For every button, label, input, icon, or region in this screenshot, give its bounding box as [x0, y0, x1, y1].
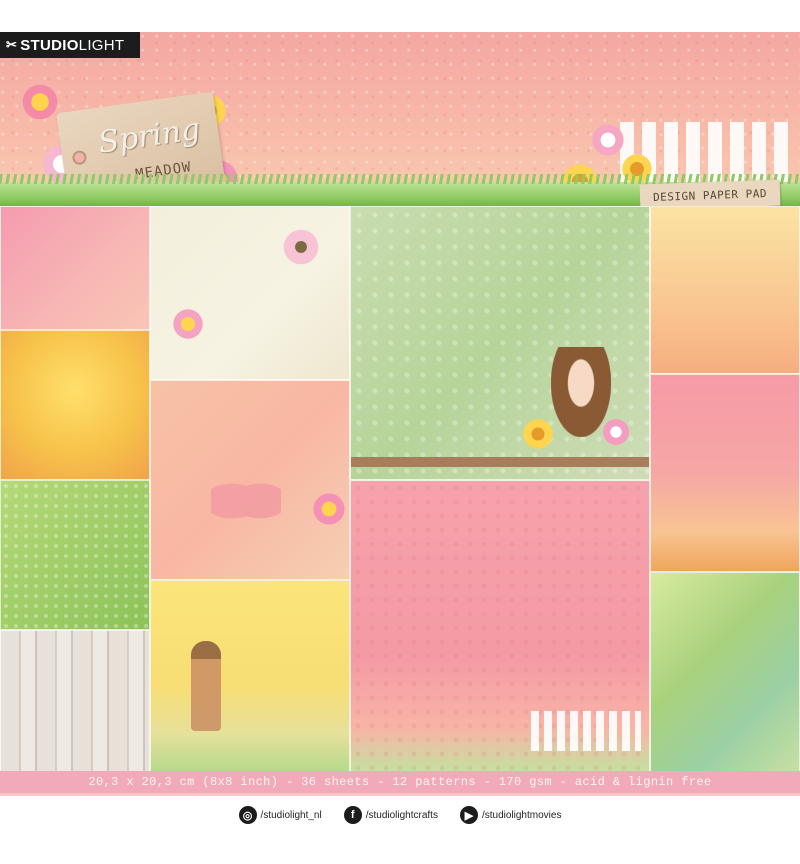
paper-swatch-green-lace: [350, 206, 650, 480]
specs-text: 20,3 x 20,3 cm (8x8 inch) - 36 sheets - …: [88, 775, 712, 789]
paper-swatch-yellow-girl: [150, 580, 350, 772]
paper-swatch-apricot: [650, 206, 800, 374]
fence-decoration: [531, 711, 641, 751]
brand-name-bold: STUDIO: [20, 36, 79, 54]
flower-decoration: [20, 82, 60, 122]
social-links: ◎ /studiolight_nl f /studiolightcrafts ▶…: [0, 800, 800, 830]
paper-swatch-pink: [0, 206, 150, 330]
flower-decoration: [311, 491, 347, 527]
wooden-shelf: [351, 457, 649, 467]
instagram-icon: ◎: [238, 806, 257, 824]
cover-title: Spring: [96, 111, 203, 161]
flower-decoration: [601, 417, 631, 447]
brand-name-light: LIGHT: [78, 36, 125, 54]
paper-swatch-peach-butterflies: [150, 380, 350, 580]
paper-swatch-wood: [0, 630, 150, 772]
youtube-icon: ▶: [459, 806, 478, 824]
social-instagram[interactable]: ◎ /studiolight_nl: [238, 806, 322, 824]
social-facebook[interactable]: f /studiolightcrafts: [343, 806, 438, 824]
youtube-handle: /studiolightmovies: [481, 809, 562, 821]
paper-pad-cover: Spring MEADOW DESIGN PAPER PAD: [0, 32, 800, 796]
paper-swatch-cream-floral: [150, 206, 350, 380]
paper-swatch-pink-meadow: [350, 480, 650, 772]
tag-hole: [71, 149, 88, 166]
flower-decoration: [521, 417, 555, 451]
facebook-handle: /studiolightcrafts: [365, 809, 438, 821]
paper-swatch-green-dots: [0, 480, 150, 630]
paper-swatch-sunset: [650, 374, 800, 572]
brand-logo: ✂ STUDIO LIGHT: [0, 32, 140, 58]
flower-decoration: [590, 122, 626, 158]
butterfly-icon: [211, 471, 281, 531]
specs-band: 20,3 x 20,3 cm (8x8 inch) - 36 sheets - …: [0, 771, 800, 793]
facebook-icon: f: [343, 806, 362, 824]
scissors-icon: ✂: [6, 37, 18, 52]
paper-swatch-yellow: [0, 330, 150, 480]
flower-decoration: [281, 227, 321, 267]
paper-swatch-green-watercolor: [650, 572, 800, 772]
social-youtube[interactable]: ▶ /studiolightmovies: [459, 806, 562, 824]
flower-decoration: [171, 307, 205, 341]
instagram-handle: /studiolight_nl: [260, 809, 322, 821]
girl-portrait: [551, 347, 611, 437]
girl-figure: [191, 641, 221, 731]
